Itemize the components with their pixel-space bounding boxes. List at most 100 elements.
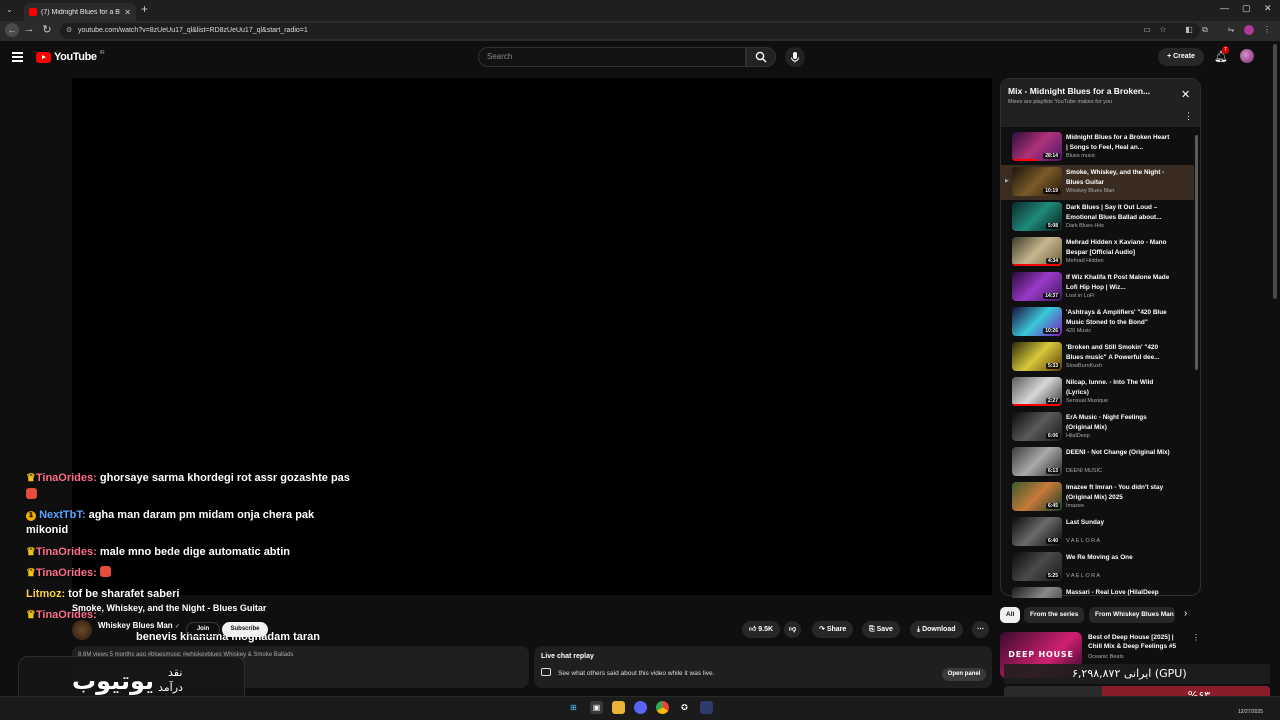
browser-tab[interactable]: (7) Midnight Blues for a Bro ✕: [24, 3, 136, 21]
playlist-item[interactable]: 6:13 DEENI - Not Change (Original Mix) DEE…: [1001, 445, 1194, 480]
widget-cash-text: نقد: [168, 666, 183, 679]
playlist-title[interactable]: Mix - Midnight Blues for a Broken...: [1008, 86, 1168, 96]
chrome-icon[interactable]: [656, 701, 669, 714]
save-button[interactable]: ⎘ Save: [862, 621, 900, 638]
playlist-item-title: DEENI - Not Change (Original Mix): [1066, 449, 1170, 456]
watch-progress-bar: [1012, 159, 1037, 161]
chip-from-channel[interactable]: From Whiskey Blues Man: [1089, 607, 1175, 623]
join-button[interactable]: Join: [186, 622, 220, 637]
playlist-item[interactable]: 5:33 'Broken and Still Smokin' "420 Blues…: [1001, 340, 1194, 375]
maximize-icon[interactable]: ▢: [1242, 3, 1251, 14]
widget-youtube-text: یوتیوب: [72, 667, 155, 695]
channel-avatar[interactable]: [72, 620, 92, 640]
app-window-icon[interactable]: [700, 701, 713, 714]
playlist-item[interactable]: 4:34 Mehrad Hidden x Kaviano - Mano Bespa…: [1001, 235, 1194, 270]
live-chat-subtitle: See what others said about this video wh…: [558, 670, 715, 677]
extension-icon[interactable]: ◧: [1184, 25, 1194, 35]
playlist-thumbnail: 6:06: [1012, 412, 1062, 441]
playlist-thumbnail: 5:25: [1012, 552, 1062, 581]
playlist-thumbnail: 6:40: [1012, 517, 1062, 546]
playlist-more-icon[interactable]: ⋮: [1184, 111, 1193, 122]
overlay-chat-emoji: [26, 488, 37, 502]
address-bar[interactable]: ⚙ youtube.com/watch?v=8zUeUu17_ql&list=R…: [60, 23, 1200, 39]
app-icon[interactable]: ✪: [678, 701, 691, 714]
playlist-thumbnail: 10:19: [1012, 167, 1062, 196]
overlay-chat-line: 1 NextTbT: agha man daram pm midam onja …: [26, 508, 314, 522]
reload-icon[interactable]: ↻: [40, 23, 54, 36]
playlist-thumbnail: 10:26: [1012, 307, 1062, 336]
search-button[interactable]: [746, 47, 776, 67]
playlist-item-channel: V A E L O R A: [1066, 573, 1101, 579]
playlist-item-channel: Mehrad Hidden: [1066, 258, 1104, 264]
playlist-item[interactable]: 28:14 Midnight Blues for a Broken Heart |…: [1001, 130, 1194, 165]
video-title: Smoke, Whiskey, and the Night - Blues Gu…: [72, 603, 267, 613]
chip-from-series[interactable]: From the series: [1024, 607, 1085, 623]
recommended-channel[interactable]: Oceanic Beats: [1088, 654, 1124, 660]
playlist-item[interactable]: 10:26 'Ashtrays & Amplifiers' "420 Blue M…: [1001, 305, 1194, 340]
playlist-item[interactable]: ▶ 10:19 Smoke, Whiskey, and the Night - Bl…: [1001, 165, 1194, 200]
open-panel-button[interactable]: Open panel: [942, 668, 986, 681]
playlist-item[interactable]: 2:27 Nilcap, lunne. - Into The Wild (Lyri…: [1001, 375, 1194, 410]
site-info-icon[interactable]: ⚙: [66, 23, 72, 39]
split-view-icon[interactable]: ⇋: [1226, 25, 1236, 35]
tab-list-icon[interactable]: ⌄: [6, 5, 13, 14]
chip-all[interactable]: All: [1000, 607, 1021, 623]
channel-name-text: Whiskey Blues Man: [98, 621, 173, 630]
recommended-more-icon[interactable]: ⋮: [1192, 633, 1200, 642]
create-button[interactable]: + Create: [1158, 48, 1204, 66]
download-button[interactable]: ⤓ Download: [910, 621, 963, 638]
page-scrollbar[interactable]: [1273, 44, 1277, 299]
file-explorer-icon[interactable]: [612, 701, 625, 714]
recommended-title[interactable]: Best of Deep House [2025] | Chill Mix & …: [1088, 633, 1184, 651]
playlist-item-channel: HilalDeep: [1066, 433, 1090, 439]
close-window-icon[interactable]: ✕: [1264, 3, 1272, 14]
chat-message: ghorsaye sarma khordegi rot assr gozasht…: [99, 472, 350, 484]
account-avatar[interactable]: [1240, 49, 1254, 63]
youtube-favicon-icon: [29, 8, 37, 16]
new-tab-icon[interactable]: +: [141, 2, 148, 16]
now-playing-icon: ▶: [1005, 178, 1009, 184]
back-icon[interactable]: ←: [5, 23, 19, 37]
discord-icon[interactable]: [634, 701, 647, 714]
playlist-item[interactable]: 14:37 If Wiz Khalifa ft Post Malone Made …: [1001, 270, 1194, 305]
playlist-item[interactable]: Massari - Real Love (HilalDeep Remix): [1001, 585, 1194, 598]
forward-icon[interactable]: →: [22, 23, 36, 35]
playlist-item-channel: Imazee: [1066, 503, 1085, 509]
duration-badge: 6:40: [1045, 538, 1060, 544]
task-view-icon[interactable]: ▣: [590, 701, 603, 714]
channel-name[interactable]: Whiskey Blues Man ✓: [98, 621, 180, 630]
start-icon[interactable]: ⊞: [567, 701, 580, 714]
chip-next-icon[interactable]: ›: [1184, 608, 1187, 619]
duration-badge: 5:25: [1045, 573, 1060, 579]
minimize-icon[interactable]: —: [1220, 3, 1229, 13]
playlist-item[interactable]: 6:06 ErA Music - Night Feelings (Original…: [1001, 410, 1194, 445]
browser-tab-bar: [0, 0, 1280, 21]
overlay-chat-line-cont: mikonid: [26, 524, 69, 536]
playlist-item[interactable]: 5:25 We Re Moving as One V A E L O R A: [1001, 550, 1194, 585]
youtube-logo[interactable]: YouTube IR: [36, 50, 105, 63]
browser-menu-icon[interactable]: ⋮: [1262, 25, 1272, 35]
playlist-item[interactable]: 6:45 Imazee ft Imran - You didn't stay (O…: [1001, 480, 1194, 515]
playlist-item-title: Midnight Blues for a Broken Heart | Song…: [1066, 134, 1170, 151]
profile-icon[interactable]: [1244, 25, 1254, 35]
duration-badge: 5:33: [1045, 363, 1060, 369]
tab-close-icon[interactable]: ✕: [124, 8, 131, 17]
playlist-item[interactable]: 5:08 Dark Blues | Say It Out Loud – Emoti…: [1001, 200, 1194, 235]
extensions-puzzle-icon[interactable]: ⧉: [1200, 25, 1210, 35]
like-button[interactable]: 👍︎ 9.5K: [742, 621, 781, 638]
playlist-scrollbar[interactable]: [1195, 135, 1198, 370]
share-button[interactable]: ↷ Share: [812, 621, 854, 638]
duration-badge: 14:37: [1043, 293, 1060, 299]
chat-bubble-icon: [541, 668, 551, 676]
playlist-item[interactable]: 6:40 Last Sunday V A E L O R A: [1001, 515, 1194, 550]
close-playlist-icon[interactable]: ✕: [1181, 88, 1190, 101]
bookmark-star-icon[interactable]: ☆: [1158, 25, 1168, 35]
overlay-chat-line: Litmoz: tof be sharafet saberi: [26, 587, 179, 601]
voice-search-button[interactable]: [785, 47, 805, 67]
dislike-button[interactable]: 👎︎: [784, 621, 802, 638]
subscribe-button[interactable]: Subscribe: [222, 622, 268, 637]
more-actions-icon[interactable]: ⋯: [972, 621, 989, 638]
search-input[interactable]: Search: [478, 47, 746, 67]
menu-icon[interactable]: [12, 52, 23, 64]
install-app-icon[interactable]: ▭: [1142, 25, 1152, 35]
